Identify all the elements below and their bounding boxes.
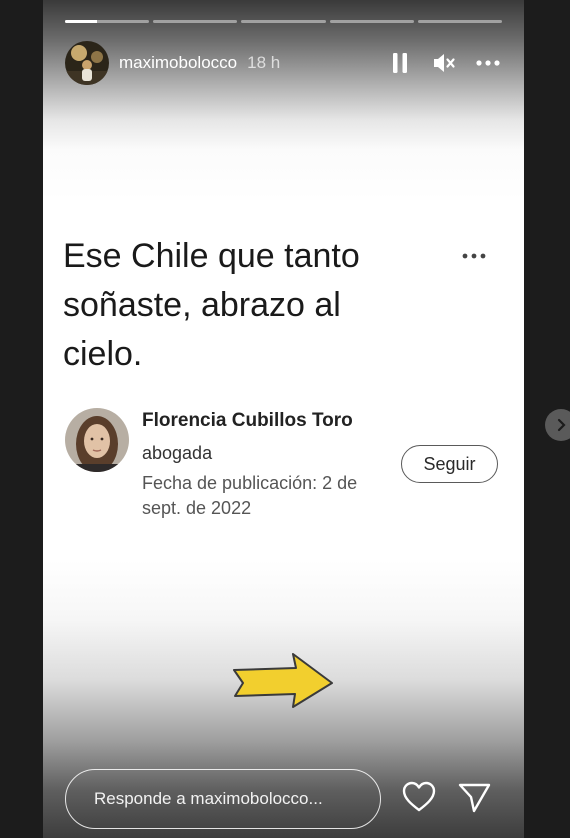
- reply-input[interactable]: Responde a maximobolocco...: [65, 769, 381, 829]
- arrow-sticker: [233, 653, 333, 708]
- heart-icon: [402, 781, 436, 812]
- chevron-right-icon: [557, 418, 566, 432]
- more-icon: [462, 253, 486, 259]
- author-avatar[interactable]: [65, 408, 129, 472]
- progress-segment: [153, 20, 238, 23]
- story-header: maximobolocco 18 h: [65, 41, 502, 85]
- post-more-button[interactable]: [460, 245, 490, 265]
- reply-placeholder: Responde a maximobolocco...: [94, 789, 323, 808]
- pause-button[interactable]: [386, 49, 414, 77]
- story-viewer: maximobolocco 18 h Ese Chile que tanto s…: [43, 0, 524, 838]
- share-button[interactable]: [456, 780, 492, 814]
- post-text: Ese Chile que tanto soñaste, abrazo al c…: [63, 237, 360, 373]
- mute-button[interactable]: [430, 49, 458, 77]
- next-story-button[interactable]: [545, 409, 570, 441]
- publication-date: Fecha de publicación: 2 de sept. de 2022: [142, 473, 358, 518]
- author-name[interactable]: Florencia Cubillos Toro: [142, 410, 353, 432]
- more-icon: [476, 60, 500, 66]
- left-backdrop: [0, 0, 43, 838]
- story-progress: [65, 20, 503, 23]
- send-icon: [458, 783, 491, 813]
- user-avatar[interactable]: [65, 41, 109, 85]
- progress-segment: [65, 20, 150, 23]
- mute-icon: [434, 54, 455, 72]
- progress-segment: [329, 20, 414, 23]
- story-controls: [370, 49, 502, 77]
- like-button[interactable]: [401, 780, 437, 814]
- pause-icon: [393, 53, 407, 73]
- author-role: abogada: [142, 443, 213, 463]
- more-options-button[interactable]: [474, 49, 502, 77]
- progress-segment: [417, 20, 503, 23]
- story-timestamp: 18 h: [247, 53, 281, 72]
- follow-button[interactable]: Seguir: [401, 445, 498, 483]
- progress-segment: [241, 20, 326, 23]
- story-username[interactable]: maximobolocco: [119, 53, 237, 73]
